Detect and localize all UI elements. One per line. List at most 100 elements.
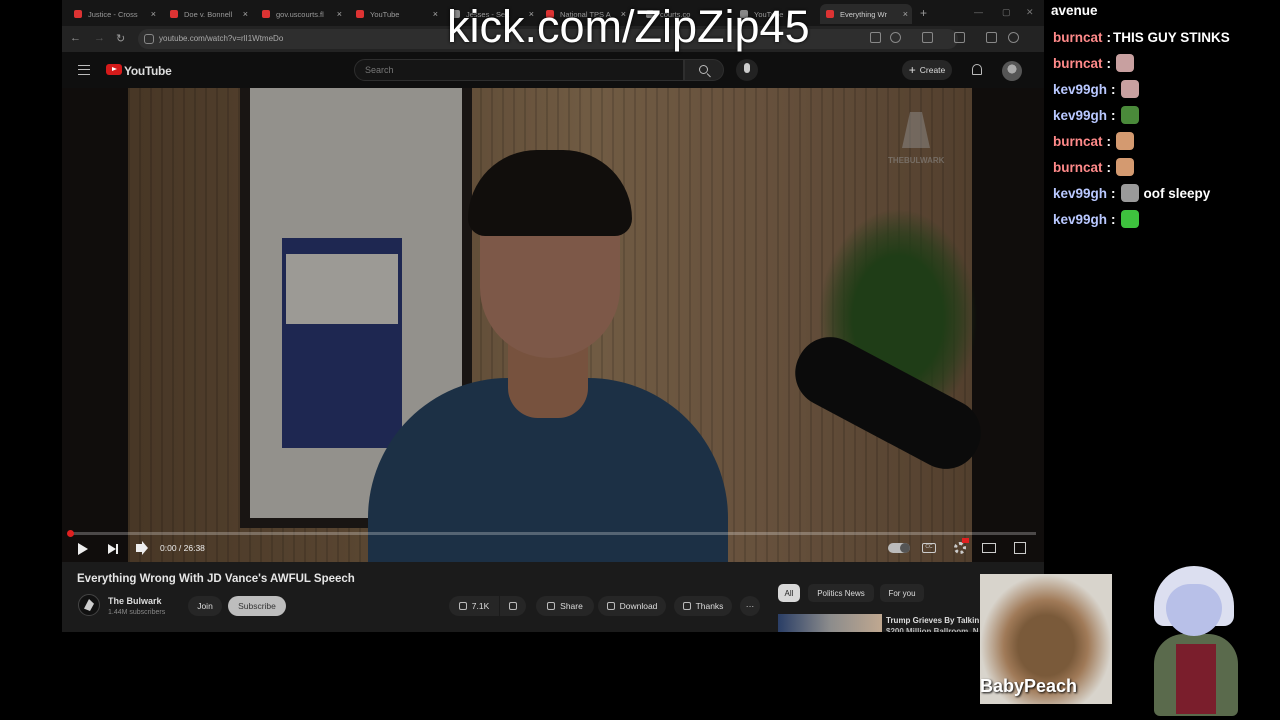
share-button[interactable]: Share — [536, 596, 594, 616]
voice-search-button[interactable] — [736, 59, 758, 81]
download-button[interactable]: Download — [598, 596, 666, 616]
chat-username[interactable]: kev99gh — [1053, 108, 1107, 123]
join-button[interactable]: Join — [188, 596, 222, 616]
chat-colon: : — [1111, 211, 1116, 227]
youtube-logo-icon[interactable] — [106, 64, 122, 75]
thanks-button[interactable]: Thanks — [674, 596, 732, 616]
autoplay-toggle[interactable] — [888, 543, 910, 553]
recommended-video-title-line2[interactable]: $200 Million Ballroom, N — [886, 627, 978, 632]
video-title: Everything Wrong With JD Vance's AWFUL S… — [77, 573, 355, 585]
cast-icon[interactable] — [870, 32, 881, 43]
create-button[interactable]: + Create — [902, 60, 952, 80]
chat-username[interactable]: kev99gh — [1053, 212, 1107, 227]
extensions-icon[interactable] — [922, 32, 933, 43]
search-input[interactable]: Search — [354, 59, 684, 81]
plus-icon: + — [908, 63, 916, 77]
subscribe-button[interactable]: Subscribe — [228, 596, 286, 616]
chat-message: kev99gh: — [1053, 78, 1144, 100]
chat-text: oof sleepy — [1143, 185, 1211, 201]
chat-colon: : — [1111, 185, 1116, 201]
new-tab-button[interactable]: + — [920, 6, 927, 20]
green-emote-icon — [1120, 210, 1139, 228]
channel-name[interactable]: The Bulwark — [108, 596, 162, 606]
chat-message: burncat: — [1053, 156, 1139, 178]
youtube-favicon-icon — [356, 10, 364, 18]
chat-username[interactable]: burncat — [1053, 56, 1103, 71]
chat-message: kev99gh: — [1053, 104, 1144, 126]
youtube-favicon-icon — [74, 10, 82, 18]
chat-message: kev99gh: oof sleepy — [1053, 182, 1210, 204]
close-window-icon[interactable]: ✕ — [1026, 7, 1034, 18]
tab-search-icon[interactable] — [986, 32, 997, 43]
face-emote-icon — [1116, 158, 1135, 176]
frog-emote-icon — [1120, 106, 1139, 124]
chat-colon: : — [1106, 159, 1112, 175]
youtube-masthead: YouTube Search + Create — [62, 52, 1044, 88]
chip-all[interactable]: All — [778, 584, 800, 602]
browser-tab[interactable]: gov.uscourts.fl × — [256, 4, 346, 24]
stream-url-overlay: kick.com/ZipZip45 — [447, 1, 810, 52]
menu-hamburger-icon[interactable] — [78, 65, 90, 75]
chat-username[interactable]: burncat — [1053, 134, 1103, 149]
captions-icon[interactable]: CC — [922, 543, 936, 553]
close-tab-icon[interactable]: × — [903, 9, 908, 19]
browser-tab[interactable]: YouTube × — [350, 4, 442, 24]
seek-bar[interactable] — [67, 530, 1036, 537]
account-avatar[interactable] — [1002, 61, 1022, 81]
thanks-heart-icon — [682, 602, 691, 610]
close-tab-icon[interactable]: × — [151, 9, 156, 19]
volume-icon[interactable] — [136, 544, 142, 552]
search-button[interactable] — [684, 59, 724, 81]
chip-politics-news[interactable]: Politics News — [808, 584, 874, 602]
theater-mode-icon[interactable] — [982, 543, 996, 553]
youtube-logo-text[interactable]: YouTube — [124, 64, 172, 78]
stream-chat: avenue burncat: THIS GUY STINKS burncat: ke… — [1046, 0, 1280, 240]
chat-message: burncat: — [1053, 130, 1139, 152]
dislike-button[interactable] — [500, 596, 526, 616]
chat-colon: : — [1106, 55, 1112, 71]
chat-colon: : — [1111, 81, 1116, 97]
play-icon[interactable] — [78, 543, 88, 555]
recommended-video-thumbnail[interactable] — [778, 614, 882, 632]
webcam-name-label: BabyPeach — [980, 676, 1078, 696]
picture-in-picture-icon[interactable] — [954, 32, 965, 43]
back-arrow-icon[interactable]: ← — [70, 32, 81, 44]
microphone-icon — [744, 63, 750, 73]
cat-emote-icon — [1120, 80, 1139, 98]
browser-tab[interactable]: Justice - Cross × — [68, 4, 160, 24]
browser-tab-active[interactable]: Everything Wr × — [820, 4, 912, 24]
like-button[interactable]: 7.1K — [449, 596, 499, 616]
profile-icon[interactable] — [1008, 32, 1019, 43]
browser-tab[interactable]: Doe v. Bonnell × — [164, 4, 252, 24]
close-tab-icon[interactable]: × — [433, 9, 438, 19]
settings-gear-icon[interactable] — [954, 542, 966, 554]
notifications-bell-icon[interactable] — [972, 64, 982, 75]
chat-username[interactable]: kev99gh — [1053, 82, 1107, 97]
chip-for-you[interactable]: For you — [880, 584, 924, 602]
fullscreen-icon[interactable] — [1014, 542, 1026, 554]
browser-window: Justice - Cross × Doe v. Bonnell × gov.usc… — [62, 0, 1044, 632]
close-tab-icon[interactable]: × — [337, 9, 342, 19]
chat-username[interactable]: burncat — [1053, 30, 1103, 45]
next-video-icon[interactable] — [108, 544, 118, 554]
time-display: 0:00 / 26:38 — [160, 543, 205, 553]
channel-avatar[interactable] — [78, 594, 100, 616]
share-arrow-icon — [547, 602, 556, 610]
chat-colon: : — [1111, 107, 1116, 123]
forward-arrow-icon[interactable]: → — [94, 32, 105, 44]
bookmark-star-icon[interactable] — [890, 32, 901, 43]
minimize-icon[interactable]: — — [974, 7, 983, 17]
scrubber-handle[interactable] — [67, 530, 74, 537]
chat-message-partial: avenue — [1051, 3, 1098, 18]
more-actions-button[interactable]: ··· — [740, 596, 760, 616]
chat-colon: : — [1106, 29, 1112, 45]
chat-username[interactable]: kev99gh — [1053, 186, 1107, 201]
maximize-icon[interactable]: ▢ — [1002, 7, 1011, 18]
vtuber-avatar — [1140, 566, 1250, 716]
recommended-video-title[interactable]: Trump Grieves By Talkin — [886, 616, 979, 625]
chat-username[interactable]: burncat — [1053, 160, 1103, 175]
video-player[interactable]: THEBULWARK 0:00 / 26:38 CC — [62, 88, 1044, 562]
site-info-icon[interactable] — [144, 34, 154, 44]
reload-icon[interactable]: ↻ — [116, 32, 125, 45]
close-tab-icon[interactable]: × — [243, 9, 248, 19]
